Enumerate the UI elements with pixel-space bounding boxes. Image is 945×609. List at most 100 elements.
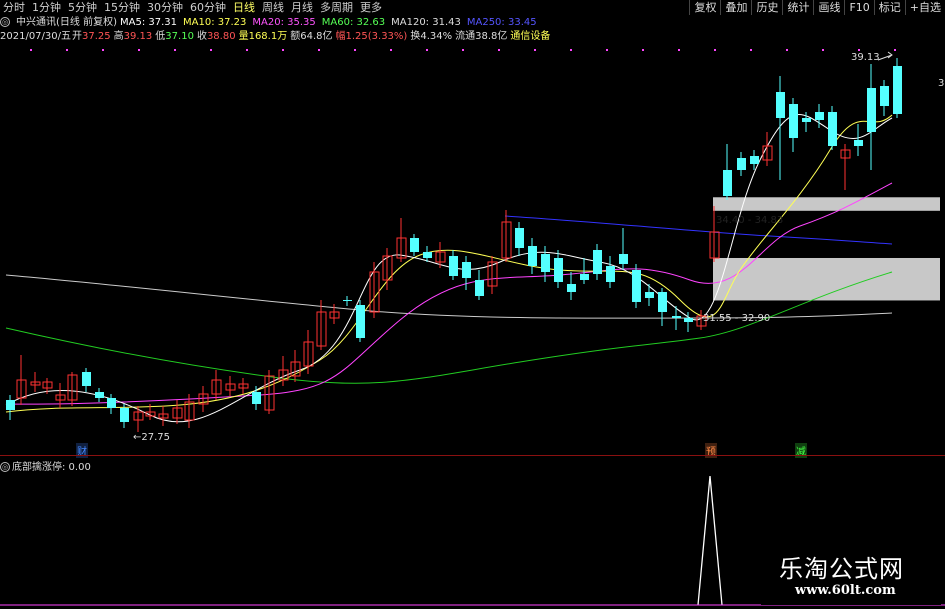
top-dot-marker — [210, 49, 212, 51]
timeframe-tab[interactable]: 1分钟 — [29, 0, 65, 15]
candle-down — [462, 262, 471, 278]
quote-open-label: 开 — [72, 31, 83, 42]
toolbar-button[interactable]: 标记 — [873, 0, 905, 15]
ma-value: MA250: 33.45 — [466, 17, 537, 28]
candle-down — [356, 305, 365, 338]
candle-down — [867, 88, 876, 132]
quote-date: 2021/07/30/五 — [0, 31, 72, 42]
timeframe-tab[interactable]: 多周期 — [317, 0, 357, 15]
quote-industry[interactable]: 通信设备 — [510, 31, 550, 43]
toolbar-button[interactable]: F10 — [844, 0, 874, 15]
top-dot-marker — [858, 49, 860, 51]
quote-legend: 2021/07/30/五 开 37.25 高 39.13 低 37.10 收 3… — [0, 31, 553, 43]
candle-down — [82, 372, 91, 386]
candle-down — [789, 104, 798, 138]
candle-down — [541, 254, 550, 272]
candle-down — [252, 392, 261, 404]
timeframe-tab[interactable]: 周线 — [259, 0, 288, 15]
candle-down — [854, 140, 863, 146]
candle-down — [880, 86, 889, 106]
ma-value: MA5: 37.31 — [119, 17, 177, 28]
high-price-label: 39.13 — [851, 52, 880, 63]
candle-down — [528, 246, 537, 266]
ma-value: MA10: 37.23 — [183, 17, 247, 28]
top-dot-marker — [894, 49, 896, 51]
indicator-name: 底部擒涨停 — [12, 462, 62, 473]
candle-down — [567, 284, 576, 292]
candle-down — [828, 112, 837, 146]
candle-down — [815, 112, 824, 120]
candle-down — [802, 118, 811, 122]
timeframe-tab[interactable]: 15分钟 — [101, 0, 144, 15]
chart-toolbar: 复权 叠加 历史 统计 画线 F10 标记 +自选 — [689, 0, 945, 15]
top-dot-marker — [318, 49, 320, 51]
watermark-url: www.60lt.com — [795, 583, 896, 598]
toolbar-button[interactable]: 历史 — [751, 0, 783, 15]
candle-down — [515, 228, 524, 248]
candle-down — [672, 316, 681, 318]
top-dot-marker — [282, 49, 284, 51]
indicator-settings-icon[interactable]: ◎ — [0, 462, 12, 473]
right-axis-price: 3 — [938, 78, 945, 89]
candle-down — [475, 280, 484, 296]
candle-down — [737, 158, 746, 170]
timeframe-tab[interactable]: 更多 — [357, 0, 386, 15]
candle-down — [593, 250, 602, 274]
quote-low-label: 低 — [155, 31, 166, 42]
candle-down — [95, 392, 104, 398]
timeframe-tab[interactable]: 分时 — [0, 0, 29, 15]
quote-close: 38.80 — [206, 31, 236, 42]
toolbar-button[interactable]: +自选 — [904, 0, 945, 15]
quote-low: 37.10 — [165, 31, 194, 42]
timeframe-tab[interactable]: 5分钟 — [65, 0, 101, 15]
candle-down — [449, 256, 458, 276]
quote-high-label: 高 — [113, 31, 124, 42]
toolbar-button[interactable]: 复权 — [689, 0, 721, 15]
candle-down — [6, 400, 15, 410]
watermark-text: 乐淘公式网 — [779, 555, 904, 583]
candle-down — [632, 270, 641, 302]
timeframe-tab[interactable]: 30分钟 — [144, 0, 187, 15]
candle-down — [723, 170, 732, 196]
candle-down — [120, 408, 129, 422]
indicator-spike — [697, 475, 723, 606]
quote-change: 幅1.25(3.33%) — [335, 31, 408, 42]
top-dot-marker — [66, 49, 68, 51]
timeframe-tab[interactable]: 月线 — [288, 0, 317, 15]
ma-value: MA120: 31.43 — [391, 17, 461, 28]
top-dot-marker — [390, 49, 392, 51]
toolbar-button[interactable]: 画线 — [813, 0, 845, 15]
toolbar-button[interactable]: 统计 — [782, 0, 814, 15]
candle-down — [619, 254, 628, 264]
top-dot-marker — [606, 49, 608, 51]
timeframe-tab[interactable]: 60分钟 — [187, 0, 230, 15]
kline-chart[interactable] — [0, 0, 945, 609]
top-dot-marker — [426, 49, 428, 51]
zone-upper-label: 34.40 - 34.83 — [716, 215, 784, 226]
low-price-label: ←27.75 — [133, 432, 171, 443]
candle-down — [893, 66, 902, 114]
quote-open: 37.25 — [82, 31, 111, 42]
top-dot-marker — [462, 49, 464, 51]
top-dot-marker — [570, 49, 572, 51]
settings-icon[interactable]: ◎ — [0, 17, 13, 29]
candle-down — [658, 292, 667, 312]
toolbar-button[interactable]: 叠加 — [720, 0, 752, 15]
candle-down — [107, 398, 116, 408]
candle-down — [750, 156, 759, 164]
candle-down — [554, 258, 563, 282]
top-dot-marker — [642, 49, 644, 51]
candle-down — [606, 266, 615, 282]
top-dot-marker — [678, 49, 680, 51]
top-dot-marker — [30, 49, 32, 51]
timeframe-tab[interactable]: 日线 — [230, 0, 259, 15]
resistance-zone — [713, 197, 940, 211]
quote-high: 39.13 — [123, 31, 153, 42]
candle-down — [580, 274, 589, 280]
ma250-line — [504, 215, 893, 245]
quote-volume: 量168.1万 — [238, 31, 288, 42]
candle-down — [684, 318, 693, 322]
top-dot-marker — [138, 49, 140, 51]
top-dot-marker — [498, 49, 500, 51]
panel-divider — [0, 455, 945, 456]
